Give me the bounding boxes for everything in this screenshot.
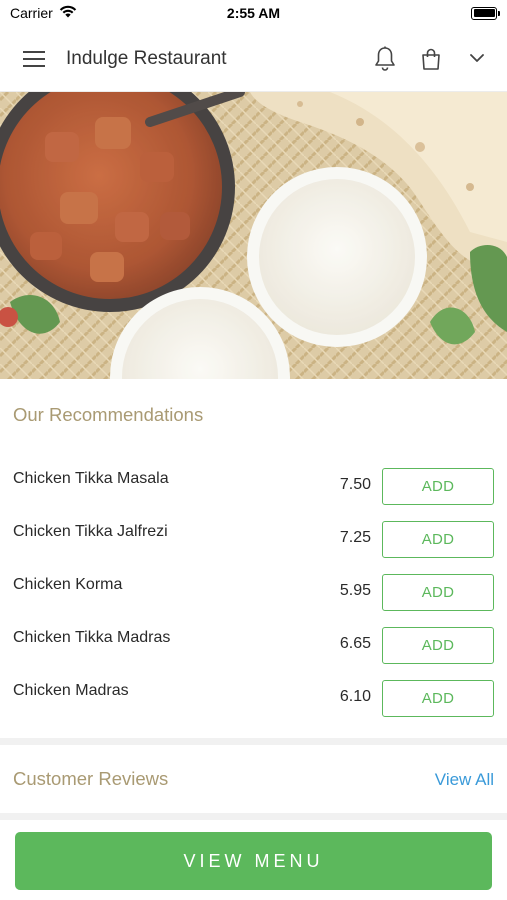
view-all-link[interactable]: View All bbox=[435, 770, 494, 790]
page-title: Indulge Restaurant bbox=[66, 47, 227, 69]
list-item: Chicken Tikka Jalfrezi 7.25 ADD bbox=[0, 513, 507, 566]
section-divider bbox=[0, 813, 507, 820]
battery-icon bbox=[471, 6, 500, 20]
wifi-icon bbox=[59, 5, 77, 21]
item-price: 7.25 bbox=[339, 529, 371, 546]
add-button[interactable]: ADD bbox=[382, 627, 494, 664]
bell-icon[interactable] bbox=[369, 43, 401, 75]
hamburger-menu-icon[interactable] bbox=[20, 45, 48, 73]
chevron-down-icon[interactable] bbox=[461, 43, 493, 75]
recommendations-list: Chicken Tikka Masala 7.50 ADD Chicken Ti… bbox=[0, 460, 507, 725]
add-button[interactable]: ADD bbox=[382, 521, 494, 558]
list-item: Chicken Korma 5.95 ADD bbox=[0, 566, 507, 619]
item-price: 5.95 bbox=[339, 582, 371, 599]
status-left: Carrier bbox=[10, 5, 77, 21]
list-item: Chicken Tikka Masala 7.50 ADD bbox=[0, 460, 507, 513]
item-name: Chicken Tikka Jalfrezi bbox=[13, 523, 168, 540]
item-name: Chicken Tikka Masala bbox=[13, 470, 169, 487]
item-price: 6.10 bbox=[339, 688, 371, 705]
item-name: Chicken Korma bbox=[13, 576, 123, 593]
item-name: Chicken Madras bbox=[13, 682, 129, 699]
item-price: 7.50 bbox=[339, 476, 371, 493]
add-button[interactable]: ADD bbox=[382, 680, 494, 717]
view-menu-button[interactable]: VIEW MENU bbox=[15, 832, 492, 890]
status-bar: Carrier 2:55 AM bbox=[0, 0, 507, 26]
section-divider bbox=[0, 738, 507, 745]
list-item: Chicken Tikka Madras 6.65 ADD bbox=[0, 619, 507, 672]
add-button[interactable]: ADD bbox=[382, 468, 494, 505]
header-actions bbox=[369, 43, 493, 75]
hero-food-illustration bbox=[0, 92, 507, 379]
app-header: Indulge Restaurant bbox=[0, 26, 507, 92]
list-item: Chicken Madras 6.10 ADD bbox=[0, 672, 507, 725]
recommendations-title: Our Recommendations bbox=[13, 404, 204, 425]
battery-level bbox=[473, 9, 495, 17]
item-name: Chicken Tikka Madras bbox=[13, 629, 171, 646]
reviews-title: Customer Reviews bbox=[13, 768, 169, 789]
item-price: 6.65 bbox=[339, 635, 371, 652]
bottom-bar: VIEW MENU bbox=[0, 820, 507, 900]
shopping-bag-icon[interactable] bbox=[415, 43, 447, 75]
carrier-label: Carrier bbox=[10, 5, 53, 21]
hero-food-image bbox=[0, 92, 507, 379]
add-button[interactable]: ADD bbox=[382, 574, 494, 611]
